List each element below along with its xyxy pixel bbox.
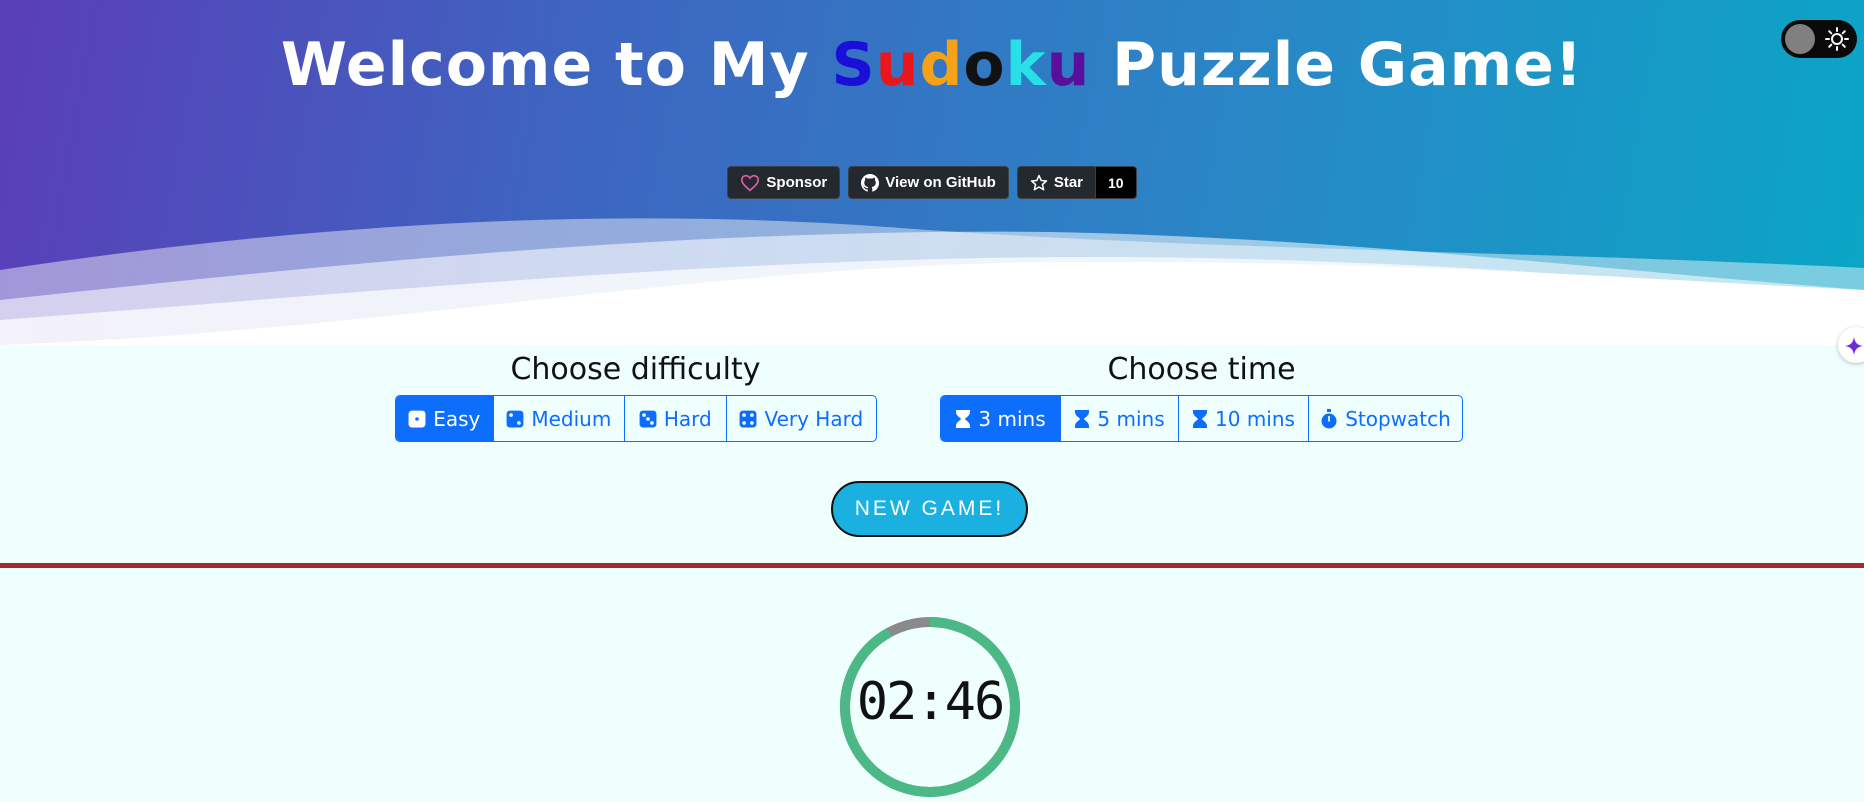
hourglass-icon xyxy=(956,409,971,428)
sparkle-button[interactable] xyxy=(1838,327,1864,363)
header-banner: Welcome to My Sudoku Puzzle Game! Sponso… xyxy=(0,0,1864,345)
view-on-github-label: View on GitHub xyxy=(885,174,996,191)
difficulty-very-hard-label: Very Hard xyxy=(764,406,864,431)
dice-3-icon xyxy=(639,410,657,427)
timer-display: 02:46 xyxy=(856,672,1006,732)
time-selector: 3 mins 5 mins 10 mins Stopwatch xyxy=(940,395,1463,442)
difficulty-easy-label: Easy xyxy=(433,406,481,431)
sponsor-button[interactable]: Sponsor xyxy=(727,166,841,199)
hourglass-icon xyxy=(1193,409,1208,428)
time-10-mins-label: 10 mins xyxy=(1215,406,1295,431)
difficulty-hard-label: Hard xyxy=(663,406,712,431)
hourglass-icon xyxy=(1075,409,1090,428)
difficulty-medium-label: Medium xyxy=(531,406,612,431)
time-10-mins[interactable]: 10 mins xyxy=(1179,396,1309,441)
title-letter-5: k xyxy=(1005,30,1047,100)
view-on-github-button[interactable]: View on GitHub xyxy=(848,166,1009,199)
sponsor-label: Sponsor xyxy=(766,174,828,191)
difficulty-selector: Easy Medium Hard Very Hard xyxy=(395,395,877,442)
github-buttons: Sponsor View on GitHub Star 10 xyxy=(0,166,1864,199)
title-letter-1: S xyxy=(831,30,876,100)
dice-4-icon xyxy=(740,410,757,427)
time-3-mins[interactable]: 3 mins xyxy=(941,396,1061,441)
stopwatch-icon xyxy=(1321,408,1337,428)
difficulty-easy[interactable]: Easy xyxy=(396,396,494,441)
dice-1-icon xyxy=(408,410,426,427)
difficulty-very-hard[interactable]: Very Hard xyxy=(727,396,876,441)
difficulty-medium[interactable]: Medium xyxy=(494,396,626,441)
time-5-mins-label: 5 mins xyxy=(1097,406,1165,431)
section-divider xyxy=(0,563,1864,568)
title-suffix: Puzzle Game! xyxy=(1090,30,1584,100)
time-stopwatch[interactable]: Stopwatch xyxy=(1309,396,1462,441)
star-group: Star 10 xyxy=(1016,166,1137,199)
title-letter-3: d xyxy=(919,30,964,100)
star-label: Star xyxy=(1053,174,1083,191)
time-5-mins[interactable]: 5 mins xyxy=(1061,396,1179,441)
time-title: Choose time xyxy=(1107,352,1296,387)
sparkle-icon xyxy=(1844,336,1864,356)
new-game-button[interactable]: NEW GAME! xyxy=(831,481,1028,537)
time-3-mins-label: 3 mins xyxy=(978,406,1046,431)
title-prefix: Welcome to My xyxy=(280,30,832,100)
heart-icon xyxy=(741,174,760,191)
toggle-knob xyxy=(1785,24,1815,54)
title-letter-2: u xyxy=(875,30,920,100)
star-button[interactable]: Star xyxy=(1016,166,1096,199)
sun-icon xyxy=(1825,27,1849,51)
time-stopwatch-label: Stopwatch xyxy=(1345,406,1451,431)
star-count[interactable]: 10 xyxy=(1096,166,1137,199)
title-letter-6: u xyxy=(1046,30,1091,100)
difficulty-title: Choose difficulty xyxy=(510,352,761,387)
title-letter-4: o xyxy=(963,30,1006,100)
github-icon xyxy=(861,173,880,192)
dice-2-icon xyxy=(506,410,524,427)
star-icon xyxy=(1030,174,1048,190)
difficulty-hard[interactable]: Hard xyxy=(625,396,727,441)
page-title: Welcome to My Sudoku Puzzle Game! xyxy=(0,30,1864,100)
theme-toggle[interactable] xyxy=(1781,20,1857,58)
